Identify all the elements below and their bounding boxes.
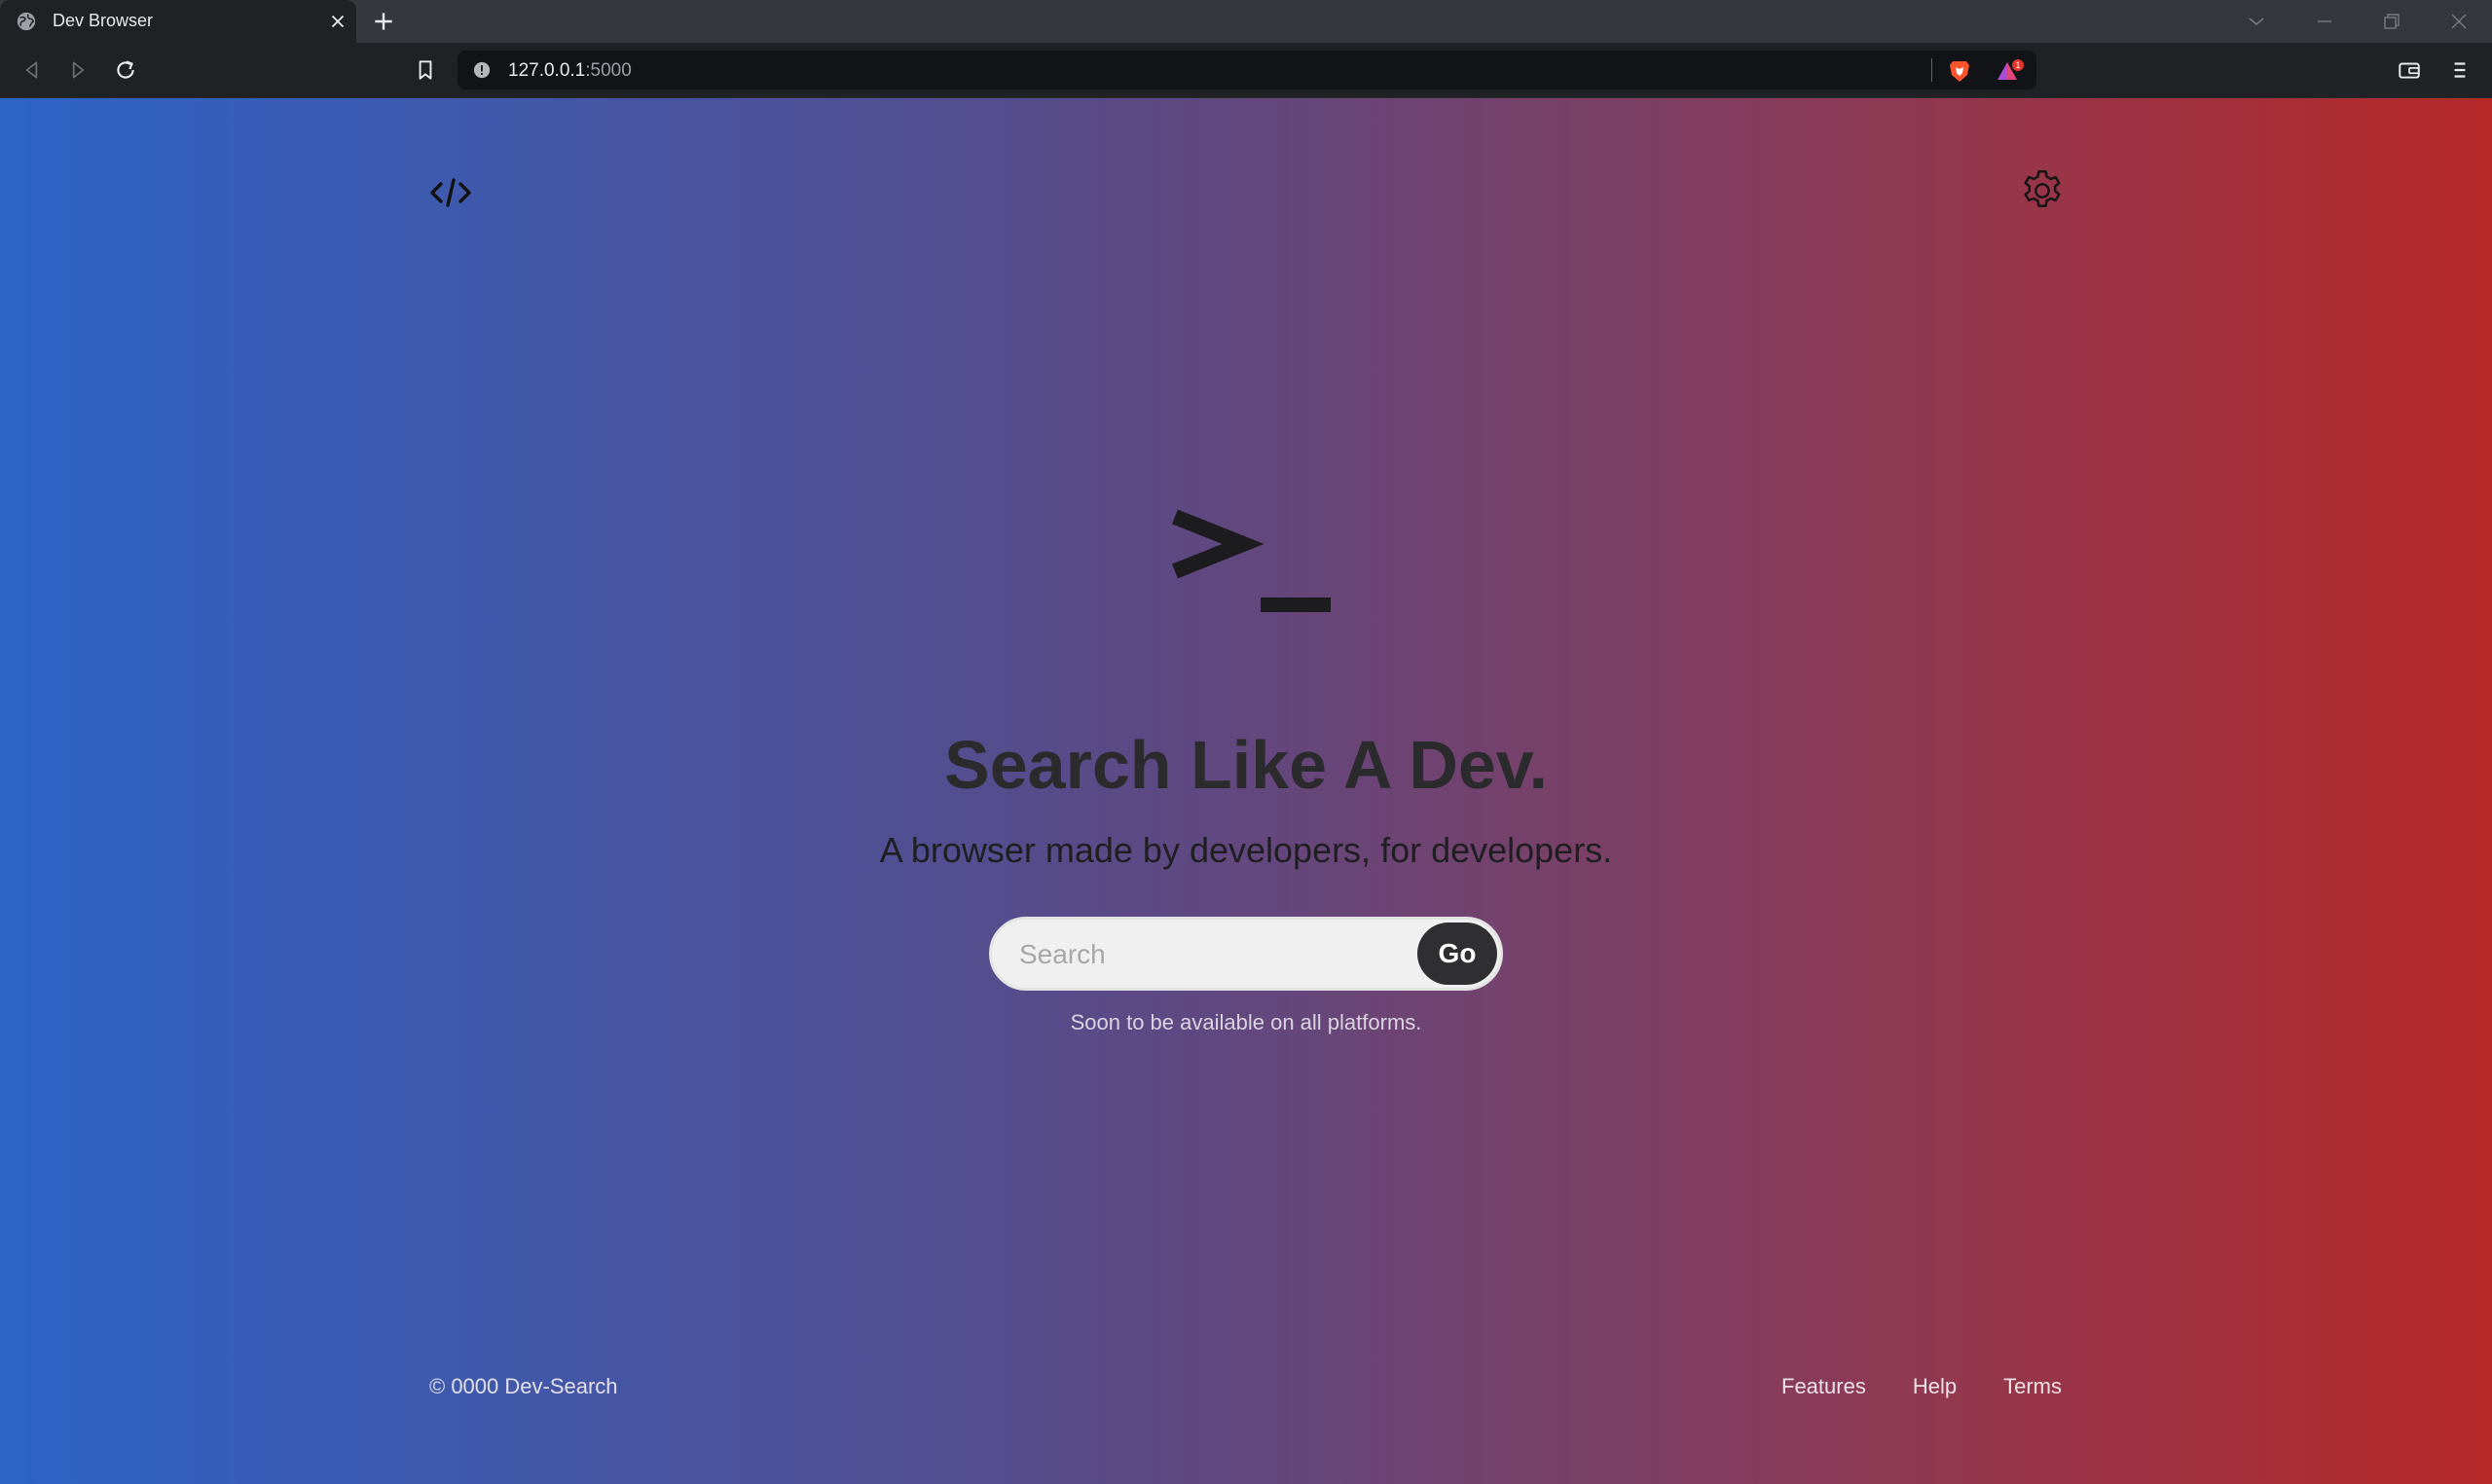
info-icon[interactable] xyxy=(473,61,491,79)
reload-icon[interactable] xyxy=(113,57,138,83)
active-tab[interactable]: Dev Browser xyxy=(0,0,356,43)
bookmark-icon[interactable] xyxy=(413,57,438,83)
footer-nav: Features Help Terms xyxy=(1781,1374,2062,1399)
url-text[interactable]: 127.0.0.1:5000 xyxy=(508,60,632,82)
tab-strip: Dev Browser xyxy=(0,0,2492,43)
search-input[interactable] xyxy=(1019,933,1389,976)
close-icon[interactable] xyxy=(327,11,348,32)
page-subtitle: A browser made by developers, for develo… xyxy=(879,830,1613,870)
back-arrow-icon[interactable] xyxy=(19,57,45,83)
url-host: 127.0.0.1 xyxy=(508,60,586,81)
hamburger-menu-icon[interactable] xyxy=(2447,57,2473,83)
footer-link-help[interactable]: Help xyxy=(1913,1374,1957,1399)
window-close-icon[interactable] xyxy=(2447,10,2471,33)
go-button[interactable]: Go xyxy=(1417,923,1497,985)
forward-arrow-icon[interactable] xyxy=(65,57,91,83)
page-title: Search Like A Dev. xyxy=(944,727,1548,803)
plus-icon[interactable] xyxy=(371,9,396,34)
terminal-prompt-icon xyxy=(1172,509,1331,612)
minimize-icon[interactable] xyxy=(2313,10,2336,33)
footer-link-terms[interactable]: Terms xyxy=(2003,1374,2062,1399)
gear-icon[interactable] xyxy=(2018,166,2067,215)
copyright-text: © 0000 Dev-Search xyxy=(429,1374,618,1398)
chevron-down-icon[interactable] xyxy=(2245,10,2268,33)
address-bar[interactable]: 127.0.0.1:5000 1 xyxy=(458,51,2036,90)
address-bar-divider xyxy=(1931,58,1932,82)
availability-note: Soon to be available on all platforms. xyxy=(1070,1010,1422,1034)
wallet-icon[interactable] xyxy=(2397,57,2422,83)
url-port: :5000 xyxy=(585,60,632,81)
brave-lion-icon[interactable] xyxy=(1947,58,1972,84)
page-viewport: Search Like A Dev. A browser made by dev… xyxy=(0,98,2492,1484)
footer-link-features[interactable]: Features xyxy=(1781,1374,1866,1399)
rewards-triangle-icon[interactable]: 1 xyxy=(1996,58,2025,84)
restore-icon[interactable] xyxy=(2380,10,2403,33)
rewards-badge-count: 1 xyxy=(2015,60,2020,70)
globe-icon xyxy=(17,12,36,31)
browser-toolbar: 127.0.0.1:5000 1 xyxy=(0,43,2492,98)
tab-title: Dev Browser xyxy=(53,11,154,30)
search-form: Go xyxy=(989,917,1503,991)
code-brackets-icon[interactable] xyxy=(429,173,472,212)
